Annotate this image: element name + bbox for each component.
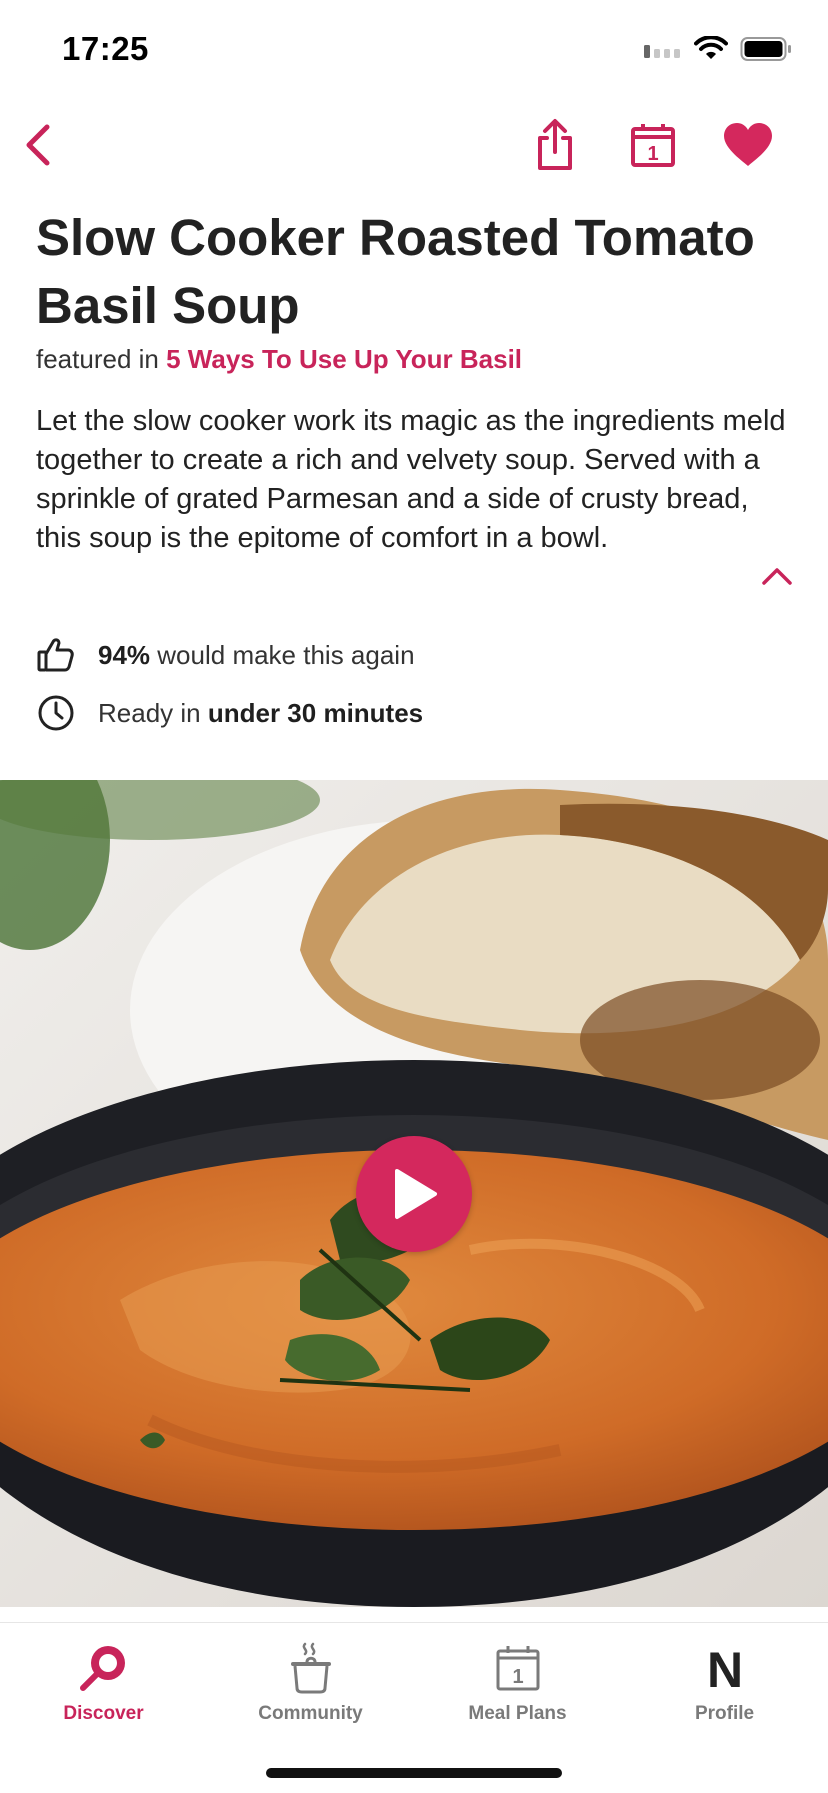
play-icon	[395, 1169, 437, 1219]
heart-filled-icon	[724, 123, 772, 166]
tab-meal-plans[interactable]: 1 Meal Plans	[414, 1639, 621, 1749]
collapse-description-button[interactable]	[756, 560, 798, 592]
tab-discover-label: Discover	[63, 1703, 144, 1724]
thumbs-up-icon	[37, 638, 74, 672]
recipe-nav-bar: 1	[0, 100, 828, 200]
battery-icon	[740, 37, 791, 61]
featured-prefix: featured in	[36, 344, 159, 374]
cellular-signal-icon	[644, 45, 680, 58]
would-make-again-text: would make this again	[157, 639, 415, 670]
clock-icon	[38, 695, 74, 731]
profile-n-logo-icon: N	[706, 1643, 742, 1693]
meal-plans-calendar-icon: 1	[496, 1646, 539, 1691]
calendar-day-text: 1	[647, 143, 658, 165]
share-icon	[538, 119, 572, 170]
back-button[interactable]	[4, 110, 74, 180]
tab-profile-label: Profile	[694, 1703, 755, 1724]
would-make-again-stat: 94% would make this again	[36, 634, 415, 676]
community-pot-icon	[290, 1642, 331, 1694]
back-chevron-icon	[26, 124, 50, 166]
profile-logo-glyph: N	[706, 1643, 742, 1693]
would-make-again-percent: 94%	[98, 639, 151, 670]
tab-community-label: Community	[258, 1703, 363, 1724]
tab-profile[interactable]: N Profile	[621, 1639, 828, 1749]
ready-time-value: under 30 minutes	[207, 697, 424, 728]
home-indicator[interactable]	[266, 1768, 562, 1778]
calendar-icon: 1	[631, 124, 675, 167]
featured-in-line: featured in 5 Ways To Use Up Your Basil	[36, 344, 522, 375]
tab-community[interactable]: Community	[207, 1639, 414, 1749]
tab-discover[interactable]: Discover	[0, 1639, 207, 1749]
play-video-button[interactable]	[356, 1136, 472, 1252]
recipe-description: Let the slow cooker work its magic as th…	[36, 405, 786, 554]
chevron-up-icon	[762, 568, 792, 585]
meal-plans-day-text: 1	[512, 1666, 523, 1688]
status-bar: 17:25	[0, 0, 828, 100]
wifi-icon	[694, 36, 728, 59]
discover-search-icon	[79, 1646, 125, 1691]
status-icons	[642, 36, 792, 62]
add-to-meal-plan-button[interactable]: 1	[618, 110, 688, 180]
ready-time-stat: Ready in under 30 minutes	[36, 692, 423, 734]
tab-meal-plans-label: Meal Plans	[468, 1703, 567, 1724]
recipe-title: Slow Cooker Roasted Tomato Basil Soup	[36, 209, 755, 334]
favorite-button[interactable]	[713, 110, 783, 180]
share-button[interactable]	[520, 110, 590, 180]
ready-time-prefix: Ready in	[98, 697, 201, 728]
status-time: 17:25	[62, 30, 149, 67]
featured-collection-link[interactable]: 5 Ways To Use Up Your Basil	[166, 344, 522, 374]
